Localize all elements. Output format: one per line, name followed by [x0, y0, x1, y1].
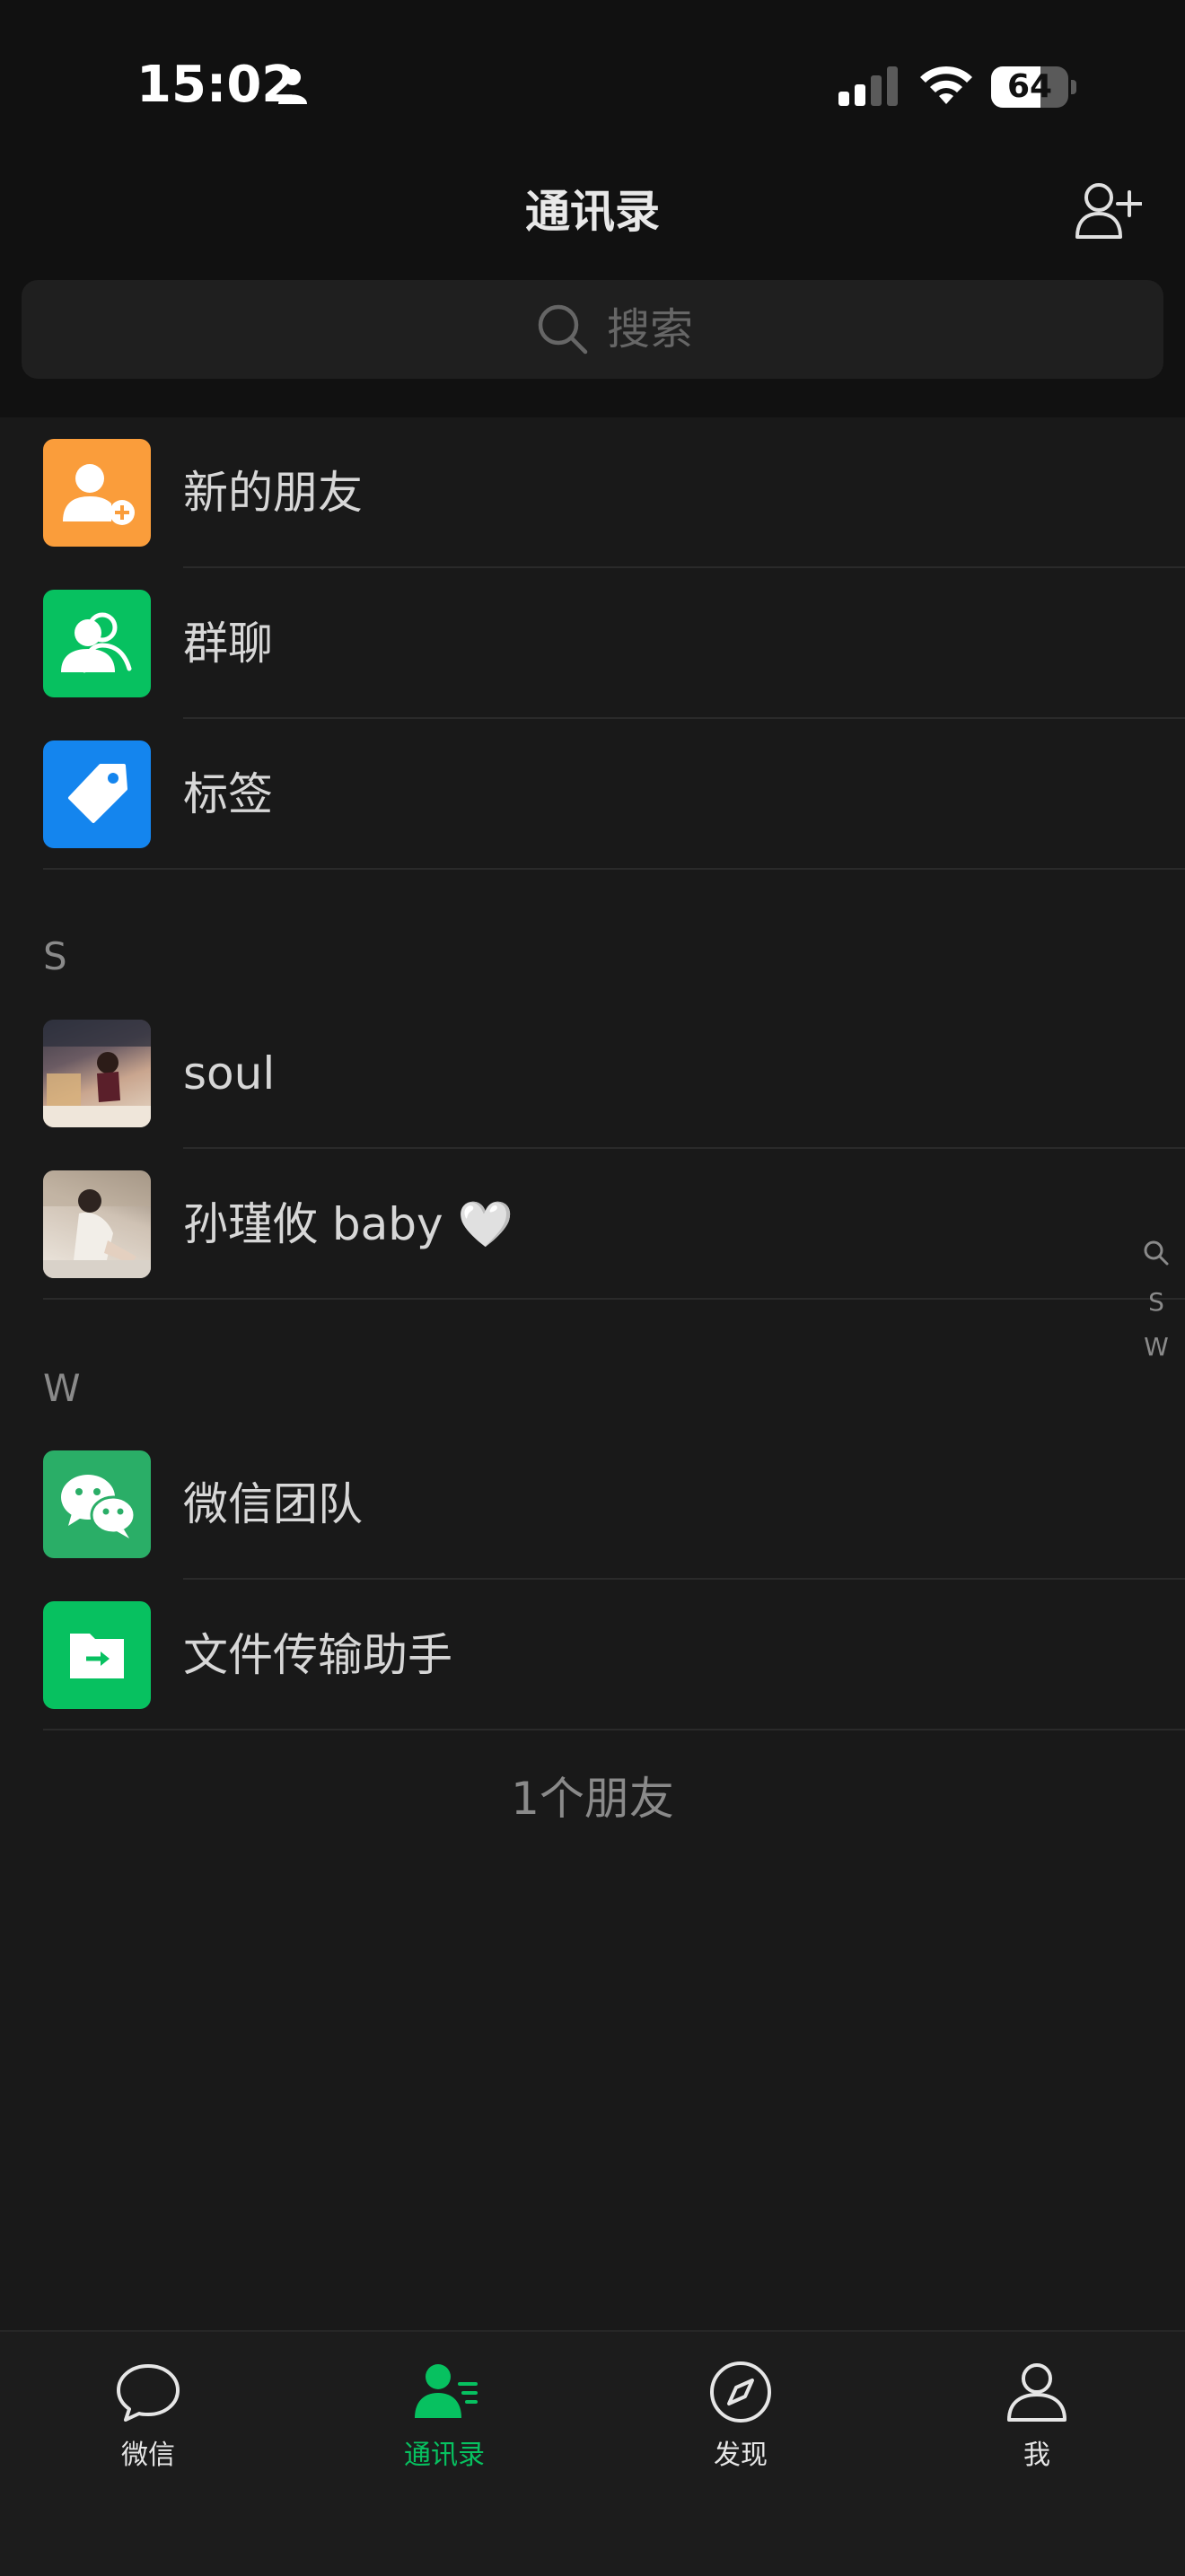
- contact-item-wechat-team[interactable]: 微信团队: [0, 1429, 1185, 1580]
- contact-name: 孙瑾攸 baby 🤍: [183, 1198, 514, 1250]
- person-status-icon: [278, 69, 307, 104]
- discover-icon: [710, 2361, 771, 2423]
- me-icon: [1007, 2363, 1066, 2422]
- index-search-icon[interactable]: [1140, 1237, 1172, 1269]
- tab-label: 微信: [121, 2440, 175, 2471]
- contact-name: 文件传输助手: [183, 1629, 452, 1681]
- contact-name: soul: [183, 1047, 276, 1100]
- search-placeholder: 搜索: [607, 304, 694, 355]
- page-title: 通讯录: [525, 186, 660, 238]
- group-chat-item[interactable]: 群聊: [0, 568, 1185, 719]
- tab-discover[interactable]: 发现: [592, 2332, 889, 2511]
- section-header-s: S: [43, 934, 67, 978]
- top-bar: 15:02 64 通讯录 搜索: [0, 0, 1185, 417]
- section-header-w: W: [43, 1366, 81, 1410]
- contact-name: 微信团队: [183, 1478, 363, 1530]
- chat-icon: [117, 2364, 180, 2422]
- tab-contacts[interactable]: 通讯录: [296, 2332, 592, 2511]
- avatar: [43, 1170, 151, 1278]
- add-contact-icon[interactable]: [1074, 180, 1142, 242]
- search-bar[interactable]: 搜索: [22, 280, 1163, 379]
- tab-me[interactable]: 我: [889, 2332, 1185, 2511]
- index-letter[interactable]: S: [1140, 1280, 1172, 1325]
- group-chat-icon: [43, 590, 151, 697]
- friend-count: 1个朋友: [511, 1773, 674, 1825]
- new-friends-label: 新的朋友: [183, 467, 363, 519]
- new-friends-item[interactable]: 新的朋友: [0, 417, 1185, 568]
- contact-item-file-transfer[interactable]: 文件传输助手: [0, 1580, 1185, 1730]
- group-chat-label: 群聊: [183, 618, 273, 670]
- tab-label: 通讯录: [404, 2440, 485, 2471]
- status-time: 15:02: [136, 56, 297, 114]
- contact-item-soul[interactable]: soul: [0, 998, 1185, 1149]
- contact-item-sunjinyou[interactable]: 孙瑾攸 baby 🤍: [0, 1149, 1185, 1300]
- battery-percent: 64: [1006, 68, 1053, 105]
- alphabet-index[interactable]: S W: [1140, 1237, 1172, 1370]
- wechat-icon: [43, 1450, 151, 1558]
- tab-label: 发现: [714, 2440, 768, 2471]
- battery-indicator: 64: [991, 66, 1077, 108]
- tab-chats[interactable]: 微信: [0, 2332, 296, 2511]
- tags-item[interactable]: 标签: [0, 719, 1185, 870]
- tag-icon: [43, 740, 151, 848]
- cellular-signal-icon: [838, 66, 898, 106]
- avatar: [43, 1020, 151, 1127]
- search-icon: [538, 304, 588, 355]
- tags-label: 标签: [183, 768, 273, 820]
- tab-bar: 微信 通讯录 发现 我: [0, 2330, 1185, 2576]
- index-letter[interactable]: W: [1140, 1325, 1172, 1370]
- new-friend-icon: [43, 439, 151, 547]
- tab-label: 我: [1023, 2440, 1050, 2471]
- contacts-icon: [415, 2364, 478, 2418]
- file-transfer-icon: [43, 1601, 151, 1709]
- wifi-icon: [920, 66, 972, 104]
